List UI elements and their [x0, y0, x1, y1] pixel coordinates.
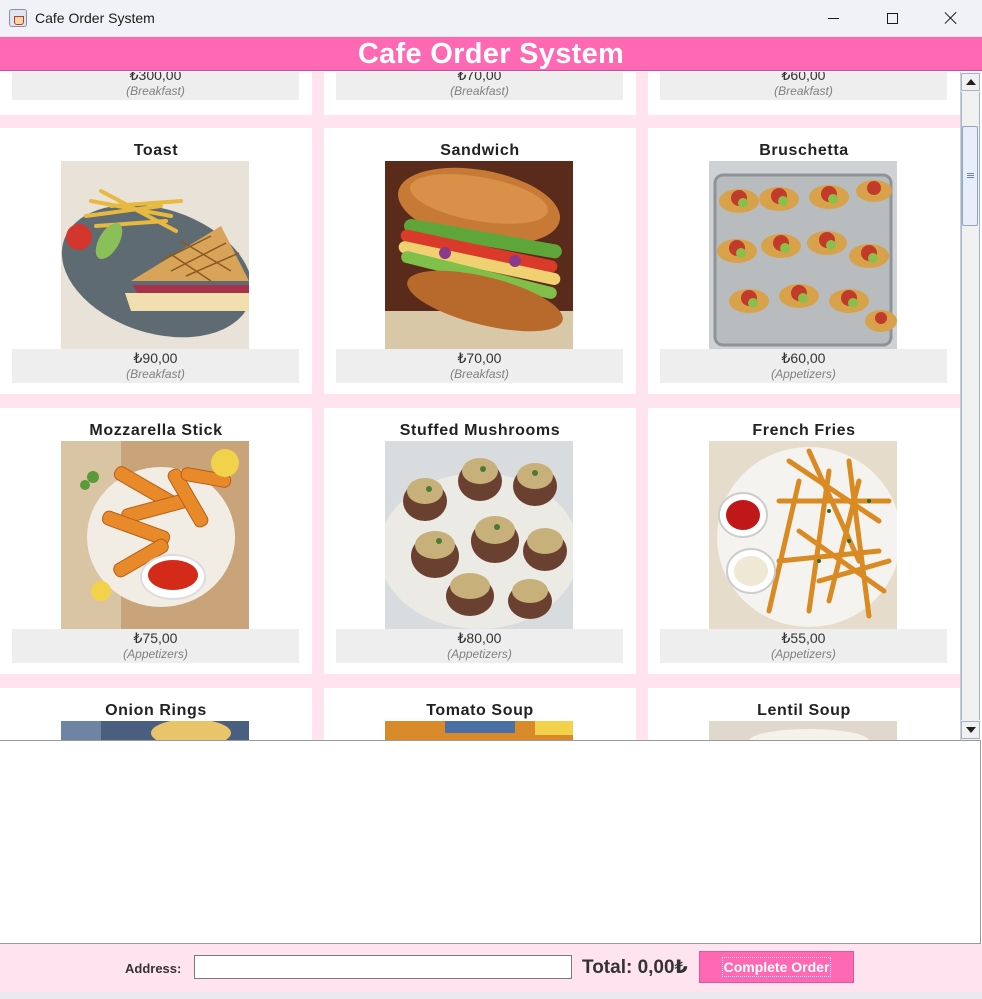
menu-item-info: ₺60,00 (Appetizers) — [660, 349, 947, 383]
mozzarella-sticks-photo — [61, 441, 249, 629]
menu-item-info: ₺60,00 (Breakfast) — [660, 72, 947, 100]
menu-item-name: Lentil Soup — [757, 702, 851, 719]
menu-item-info: ₺70,00 (Breakfast) — [336, 349, 623, 383]
menu-item-info: ₺300,00 (Breakfast) — [12, 72, 299, 100]
menu-item-price: ₺70,00 — [457, 350, 502, 366]
scroll-down-button[interactable] — [961, 721, 980, 739]
page-title: Cafe Order System — [357, 38, 625, 70]
menu-item-info: ₺75,00 (Appetizers) — [12, 629, 299, 663]
menu-item-price: ₺90,00 — [133, 350, 178, 366]
menu-scrollbar[interactable] — [960, 72, 980, 740]
menu-item-category: (Appetizers) — [447, 647, 512, 661]
menu-item-price: ₺75,00 — [133, 630, 178, 646]
sandwich-photo — [385, 161, 573, 349]
menu-item-price: ₺300,00 — [129, 72, 182, 83]
onion-rings-photo — [61, 721, 249, 740]
order-footer: Address: Total: 0,00₺ Complete Order — [0, 944, 982, 992]
menu-item-card[interactable]: ₺70,00 (Breakfast) — [324, 72, 636, 115]
menu-item-card[interactable]: Mozzarella Stick ₺75,00 (Appetizers) — [0, 408, 312, 674]
menu-item-category: (Appetizers) — [771, 647, 836, 661]
toast-photo — [61, 161, 249, 349]
menu-item-category: (Breakfast) — [450, 84, 509, 98]
scroll-thumb[interactable] — [962, 126, 978, 226]
bruschetta-photo — [709, 161, 897, 349]
address-label: Address: — [125, 961, 182, 976]
menu-item-category: (Breakfast) — [126, 367, 185, 381]
menu-item-name: Onion Rings — [105, 702, 207, 719]
order-total: Total: 0,00₺ — [582, 957, 688, 978]
window-titlebar: Cafe Order System — [0, 0, 982, 37]
menu-item-category: (Breakfast) — [450, 367, 509, 381]
maximize-button[interactable] — [863, 0, 921, 36]
menu-scroll-area[interactable]: ₺300,00 (Breakfast) ₺70,00 (Breakfast) ₺… — [0, 72, 960, 740]
complete-order-button[interactable]: Complete Order — [699, 951, 854, 983]
menu-item-price: ₺80,00 — [457, 630, 502, 646]
minimize-button[interactable] — [804, 0, 862, 36]
java-cup-icon — [9, 9, 27, 27]
order-summary-area[interactable] — [0, 740, 981, 944]
menu-item-name: Mozzarella Stick — [89, 422, 223, 439]
menu-item-category: (Breakfast) — [126, 84, 185, 98]
menu-item-category: (Appetizers) — [123, 647, 188, 661]
menu-item-name: Stuffed Mushrooms — [399, 422, 561, 439]
menu-item-info: ₺55,00 (Appetizers) — [660, 629, 947, 663]
close-button[interactable] — [922, 0, 980, 36]
menu-item-info: ₺80,00 (Appetizers) — [336, 629, 623, 663]
menu-item-name: Toast — [133, 142, 179, 159]
menu-item-category: (Appetizers) — [771, 367, 836, 381]
menu-item-category: (Breakfast) — [774, 84, 833, 98]
menu-item-name: Bruschetta — [759, 142, 849, 159]
french-fries-photo — [709, 441, 897, 629]
menu-item-card[interactable]: ₺60,00 (Breakfast) — [648, 72, 960, 115]
stuffed-mushrooms-photo — [385, 441, 573, 629]
menu-item-card[interactable]: French Fries ₺55,00 (Appetizers) — [648, 408, 960, 674]
menu-item-name: Tomato Soup — [426, 702, 534, 719]
window-bottom-edge — [0, 992, 982, 999]
menu-item-card[interactable]: ₺300,00 (Breakfast) — [0, 72, 312, 115]
menu-item-card[interactable]: Lentil Soup — [648, 688, 960, 740]
close-icon — [944, 11, 958, 25]
app-header: Cafe Order System — [0, 37, 982, 71]
menu-item-price: ₺60,00 — [781, 350, 826, 366]
menu-item-card[interactable]: Toast ₺90,00 (Breakfast) — [0, 128, 312, 394]
minimize-icon — [827, 17, 839, 19]
menu-item-card[interactable]: Tomato Soup — [324, 688, 636, 740]
tomato-soup-photo — [385, 721, 573, 740]
menu-item-info: ₺70,00 (Breakfast) — [336, 72, 623, 100]
window-title: Cafe Order System — [35, 10, 155, 26]
menu-item-card[interactable]: Sandwich ₺70,00 (Breakfast) — [324, 128, 636, 394]
menu-item-price: ₺55,00 — [781, 630, 826, 646]
menu-item-card[interactable]: Onion Rings — [0, 688, 312, 740]
maximize-icon — [886, 12, 898, 24]
menu-item-card[interactable]: Stuffed Mushrooms ₺80,00 (Appetizers) — [324, 408, 636, 674]
scroll-up-button[interactable] — [961, 73, 980, 91]
menu-item-info: ₺90,00 (Breakfast) — [12, 349, 299, 383]
lentil-soup-photo — [709, 721, 897, 740]
complete-order-label: Complete Order — [721, 957, 832, 977]
menu-item-card[interactable]: Bruschetta ₺60,00 (Appetizers) — [648, 128, 960, 394]
menu-item-price: ₺70,00 — [457, 72, 502, 83]
arrow-down-icon — [965, 727, 976, 733]
arrow-up-icon — [965, 79, 976, 85]
menu-item-name: Sandwich — [440, 142, 520, 159]
menu-item-name: French Fries — [752, 422, 856, 439]
address-input[interactable] — [194, 955, 572, 979]
menu-item-price: ₺60,00 — [781, 72, 826, 83]
grip-icon — [967, 173, 974, 178]
